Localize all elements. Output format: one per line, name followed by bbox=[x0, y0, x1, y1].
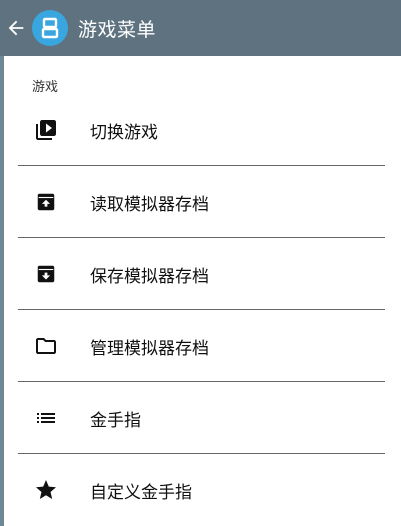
star-icon bbox=[34, 478, 58, 502]
menu-item-switch-game[interactable]: 切换游戏 bbox=[0, 94, 401, 166]
section-header: 游戏 bbox=[32, 80, 59, 95]
menu-item-label: 金手指 bbox=[90, 410, 141, 431]
app-bar: 游戏菜单 bbox=[0, 0, 401, 56]
menu-item-label: 读取模拟器存档 bbox=[90, 194, 209, 215]
list-icon bbox=[34, 406, 58, 430]
arrow-back-icon[interactable] bbox=[4, 16, 28, 40]
page-title: 游戏菜单 bbox=[78, 18, 157, 41]
video-library-icon bbox=[34, 118, 58, 142]
app-logo-icon bbox=[32, 10, 68, 46]
archive-download-icon bbox=[34, 262, 58, 286]
menu-item-label: 自定义金手指 bbox=[90, 482, 192, 503]
menu-item-save-state[interactable]: 保存模拟器存档 bbox=[0, 238, 401, 310]
menu-item-custom-cheats[interactable]: 自定义金手指 bbox=[0, 454, 401, 526]
menu-item-manage-states[interactable]: 管理模拟器存档 bbox=[0, 310, 401, 382]
menu-item-load-state[interactable]: 读取模拟器存档 bbox=[0, 166, 401, 238]
menu-item-cheats[interactable]: 金手指 bbox=[0, 382, 401, 454]
menu-item-label: 切换游戏 bbox=[90, 122, 158, 143]
folder-icon bbox=[34, 334, 58, 358]
menu-list: 切换游戏 读取模拟器存档 保存模拟器存档 管理模拟器存档 金手指 自定义金手指 bbox=[0, 94, 401, 526]
menu-item-label: 管理模拟器存档 bbox=[90, 338, 209, 359]
archive-upload-icon bbox=[34, 190, 58, 214]
menu-item-label: 保存模拟器存档 bbox=[90, 266, 209, 287]
